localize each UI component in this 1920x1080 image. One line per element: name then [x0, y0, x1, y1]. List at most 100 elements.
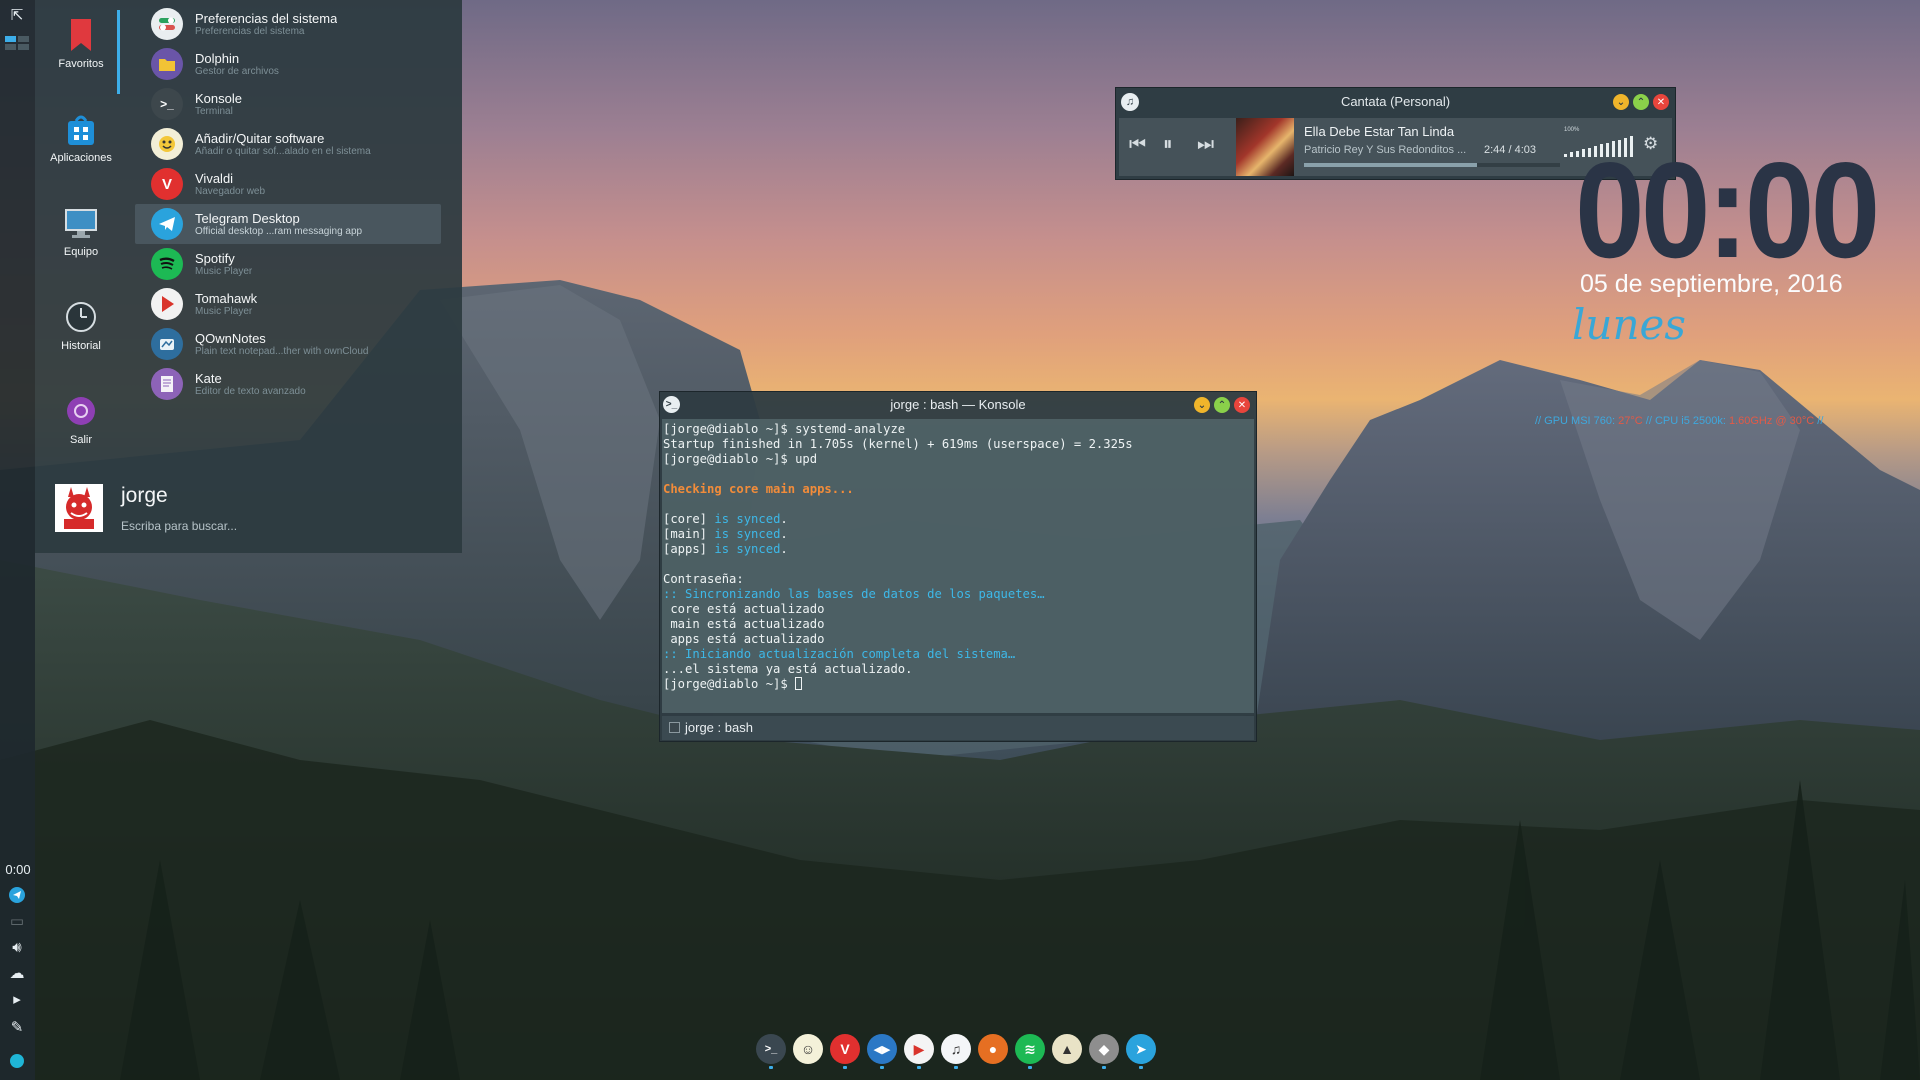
settings-icon	[151, 8, 183, 40]
application-launcher: Favoritos Aplicaciones Equipo Historial …	[35, 0, 462, 553]
minimize-button[interactable]: ⌄	[1194, 397, 1210, 413]
dock-item-music-icon[interactable]: ♫	[941, 1034, 971, 1069]
avatar[interactable]	[55, 484, 103, 532]
terminal-text: [main]	[663, 527, 715, 541]
app-name: Spotify	[195, 250, 235, 266]
terminal-output[interactable]: [jorge@diablo ~]$ systemd-analyze Startup…	[662, 419, 1254, 713]
sidebar-item-favoritos[interactable]: Favoritos	[35, 18, 127, 70]
dock-item-telegram-icon[interactable]: ➤	[1126, 1034, 1156, 1069]
dock-item-vivaldi-icon[interactable]: V	[830, 1034, 860, 1069]
launcher-sidebar: Favoritos Aplicaciones Equipo Historial …	[35, 0, 135, 460]
seek-slider[interactable]	[1304, 163, 1560, 167]
pen-icon[interactable]: ✎	[4, 1016, 30, 1038]
panel-clock[interactable]: 0:00	[2, 862, 34, 877]
app-item-anadir-quitar[interactable]: Añadir/Quitar software Añadir o quitar so…	[135, 124, 441, 164]
terminal-line: [jorge@diablo ~]$ systemd-analyze	[663, 422, 1253, 437]
sidebar-item-equipo[interactable]: Equipo	[35, 206, 127, 258]
package-icon: ☺	[800, 1041, 816, 1057]
running-indicator	[917, 1066, 921, 1069]
tomahawk-icon	[151, 288, 183, 320]
app-item-vivaldi[interactable]: V Vivaldi Navegador web	[135, 164, 441, 204]
next-track-button[interactable]: ⏭	[1197, 134, 1214, 156]
terminal-text: Startup finished in 1.705s (kernel) + 61…	[663, 437, 1133, 451]
computer-icon	[64, 206, 98, 240]
window-title: jorge : bash — Konsole	[890, 397, 1026, 412]
app-item-tomahawk[interactable]: Tomahawk Music Player	[135, 284, 441, 324]
close-button[interactable]: ✕	[1234, 397, 1250, 413]
network-icon[interactable]: ▭	[4, 910, 30, 932]
sidebar-item-label: Equipo	[63, 246, 99, 258]
running-indicator	[880, 1066, 884, 1069]
maximize-button[interactable]: ⌃	[1633, 94, 1649, 110]
gpu-temp: 27°C	[1618, 415, 1643, 427]
vivaldi-icon: V	[151, 168, 183, 200]
app-item-konsole[interactable]: >_ Konsole Terminal	[135, 84, 441, 124]
maximize-button[interactable]: ⌃	[1214, 397, 1230, 413]
volume-bar	[1570, 152, 1573, 157]
dock-item-rocket-icon[interactable]: ▲	[1052, 1034, 1082, 1064]
gpu-label: // GPU MSI 760:	[1535, 415, 1616, 427]
pause-button[interactable]: ⏸	[1163, 134, 1173, 156]
dock-item-gimp-icon[interactable]: ◆	[1089, 1034, 1119, 1069]
app-description: Terminal	[195, 105, 233, 117]
music-icon: ♫	[950, 1041, 962, 1057]
app-item-spotify[interactable]: Spotify Music Player	[135, 244, 441, 284]
app-name: Tomahawk	[195, 290, 258, 306]
terminal-line: main está actualizado	[663, 617, 1253, 632]
cpu-label: // CPU i5 2500k:	[1645, 415, 1726, 427]
terminal-text: main está actualizado	[663, 617, 825, 631]
search-input[interactable]: Escriba para buscar...	[121, 519, 237, 533]
cpu-value: 1.60GHz @ 30°C	[1728, 415, 1815, 427]
terminal-text: [jorge@diablo ~]$ upd	[663, 452, 818, 466]
terminal-line: [apps] is synced.	[663, 542, 1253, 557]
clock-icon	[64, 300, 98, 334]
status-dot-icon[interactable]	[4, 1050, 30, 1072]
volume-icon[interactable]: 🔊︎	[4, 936, 30, 958]
terminal-message: Sincronizando las bases de datos de los …	[685, 587, 1045, 601]
sidebar-item-aplicaciones[interactable]: Aplicaciones	[35, 112, 127, 164]
pager-icon[interactable]	[4, 32, 30, 54]
terminal-message: Iniciando actualización completa del sis…	[685, 647, 1016, 661]
tab-bash[interactable]: jorge : bash	[665, 718, 960, 738]
terminal-line: core está actualizado	[663, 602, 1253, 617]
dock-item-package-icon[interactable]: ☺	[793, 1034, 823, 1064]
app-item-dolphin[interactable]: Dolphin Gestor de archivos	[135, 44, 441, 84]
terminal-text: [jorge@diablo ~]$	[663, 677, 796, 691]
close-button[interactable]: ✕	[1653, 94, 1669, 110]
sidebar-item-historial[interactable]: Historial	[35, 300, 127, 352]
app-item-kate[interactable]: Kate Editor de texto avanzado	[135, 364, 441, 404]
vivaldi-icon: V	[840, 1041, 850, 1057]
app-description: Plain text notepad...ther with ownCloud	[195, 345, 369, 357]
app-name: Telegram Desktop	[195, 210, 300, 226]
previous-track-button[interactable]: ⏮	[1129, 134, 1146, 156]
spotify-icon: ≋	[1024, 1040, 1036, 1057]
app-item-preferencias[interactable]: Preferencias del sistema Preferencias del…	[135, 4, 441, 44]
track-artist: Patricio Rey Y Sus Redonditos ...	[1304, 144, 1467, 156]
terminal-punct: .	[780, 542, 788, 556]
app-name: Añadir/Quitar software	[195, 130, 325, 146]
collapse-arrow-icon[interactable]: ⇱	[4, 4, 30, 26]
app-name: QOwnNotes	[195, 330, 266, 346]
expand-tray-icon[interactable]: ▸	[4, 988, 30, 1010]
app-description: Music Player	[195, 305, 253, 317]
terminal-line: Startup finished in 1.705s (kernel) + 61…	[663, 437, 1253, 452]
sidebar-item-salir[interactable]: Salir	[35, 394, 127, 446]
sidebar-item-label: Favoritos	[58, 58, 104, 70]
app-name: Konsole	[195, 90, 242, 106]
dock-item-terminal-icon[interactable]: >_	[756, 1034, 786, 1069]
app-item-qownnotes[interactable]: QOwnNotes Plain text notepad...ther with …	[135, 324, 441, 364]
sidebar-item-label: Aplicaciones	[50, 152, 112, 164]
app-description: Music Player	[195, 265, 253, 277]
power-icon	[64, 394, 98, 428]
dock-item-tomahawk-icon[interactable]: ▶	[904, 1034, 934, 1069]
firefox-icon: ●	[988, 1041, 998, 1057]
telegram-tray-icon[interactable]	[4, 884, 30, 906]
terminal-status: is synced	[714, 542, 781, 556]
weather-icon[interactable]: ☁	[4, 962, 30, 984]
running-indicator	[954, 1066, 958, 1069]
dock-item-firefox-icon[interactable]: ●	[978, 1034, 1008, 1064]
dock-item-spotify-icon[interactable]: ≋	[1015, 1034, 1045, 1069]
app-item-telegram[interactable]: Telegram Desktop Official desktop ...ram …	[135, 204, 441, 244]
dock-item-chat-icon[interactable]: ◀▶	[867, 1034, 897, 1069]
minimize-button[interactable]: ⌄	[1613, 94, 1629, 110]
